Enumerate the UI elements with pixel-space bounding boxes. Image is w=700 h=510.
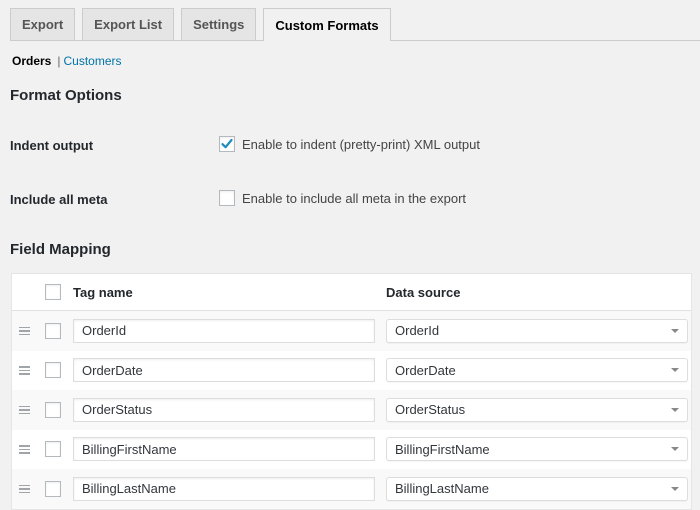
tag-name-input[interactable] (73, 397, 375, 422)
include-all-meta-label: Include all meta (10, 192, 108, 207)
table-row: OrderStatus (12, 390, 691, 430)
column-header-tag-name: Tag name (73, 284, 133, 300)
subnav-orders[interactable]: Orders (12, 54, 51, 68)
tag-name-input[interactable] (73, 358, 375, 383)
indent-output-label: Indent output (10, 138, 94, 153)
indent-output-text: Enable to indent (pretty-print) XML outp… (242, 136, 480, 152)
field-mapping-heading: Field Mapping (10, 241, 111, 258)
data-source-value: OrderStatus (395, 402, 466, 418)
dropdown-arrow-icon (671, 447, 679, 452)
select-all-checkbox[interactable] (45, 284, 61, 300)
data-source-value: BillingLastName (395, 481, 489, 497)
tag-name-input[interactable] (73, 476, 375, 501)
subnav-customers-link[interactable]: Customers (63, 54, 121, 68)
checkmark-icon (221, 138, 233, 149)
dropdown-arrow-icon (671, 486, 679, 491)
subnav-separator: | (57, 54, 61, 68)
dropdown-arrow-icon (671, 407, 679, 412)
format-options-heading: Format Options (10, 87, 122, 104)
tag-name-input[interactable] (73, 437, 375, 462)
drag-handle-icon[interactable] (19, 484, 30, 493)
tab-export-list[interactable]: Export List (82, 8, 175, 40)
row-checkbox[interactable] (45, 401, 61, 418)
row-checkbox[interactable] (45, 441, 61, 458)
dropdown-arrow-icon (671, 368, 679, 373)
field-mapping-table: Tag name Data source OrderId OrderDate O… (11, 273, 692, 510)
nav-tabs: Export Export List Settings Custom Forma… (10, 8, 700, 41)
row-checkbox[interactable] (45, 362, 61, 379)
tab-settings[interactable]: Settings (181, 8, 257, 40)
tab-custom-formats[interactable]: Custom Formats (263, 8, 391, 41)
drag-handle-icon[interactable] (19, 445, 30, 454)
table-row: BillingLastName (12, 469, 691, 509)
data-source-select[interactable]: OrderDate (386, 358, 688, 383)
subsubsub-nav: Orders | Customers (12, 54, 122, 68)
indent-output-checkbox[interactable] (219, 136, 235, 152)
include-all-meta-option[interactable]: Enable to include all meta in the export (219, 190, 466, 206)
tab-export[interactable]: Export (10, 8, 76, 40)
data-source-select[interactable]: OrderStatus (386, 397, 688, 422)
dropdown-arrow-icon (671, 328, 679, 333)
include-all-meta-checkbox[interactable] (219, 190, 235, 206)
tag-name-input[interactable] (73, 318, 375, 343)
table-row: BillingFirstName (12, 429, 691, 469)
indent-output-option[interactable]: Enable to indent (pretty-print) XML outp… (219, 136, 480, 152)
table-row: OrderDate (12, 350, 691, 390)
data-source-value: OrderDate (395, 362, 456, 378)
data-source-select[interactable]: BillingFirstName (386, 437, 688, 462)
table-row: OrderId (12, 311, 691, 351)
data-source-value: OrderId (395, 323, 440, 339)
drag-handle-icon[interactable] (19, 366, 30, 375)
drag-handle-icon[interactable] (19, 405, 30, 414)
row-checkbox[interactable] (45, 322, 61, 339)
row-checkbox[interactable] (45, 480, 61, 497)
data-source-value: BillingFirstName (395, 441, 490, 457)
column-header-data-source: Data source (386, 284, 461, 300)
table-header-row: Tag name Data source (12, 274, 691, 311)
drag-handle-icon[interactable] (19, 326, 30, 335)
data-source-select[interactable]: BillingLastName (386, 476, 688, 501)
data-source-select[interactable]: OrderId (386, 318, 688, 343)
include-all-meta-text: Enable to include all meta in the export (242, 190, 467, 206)
